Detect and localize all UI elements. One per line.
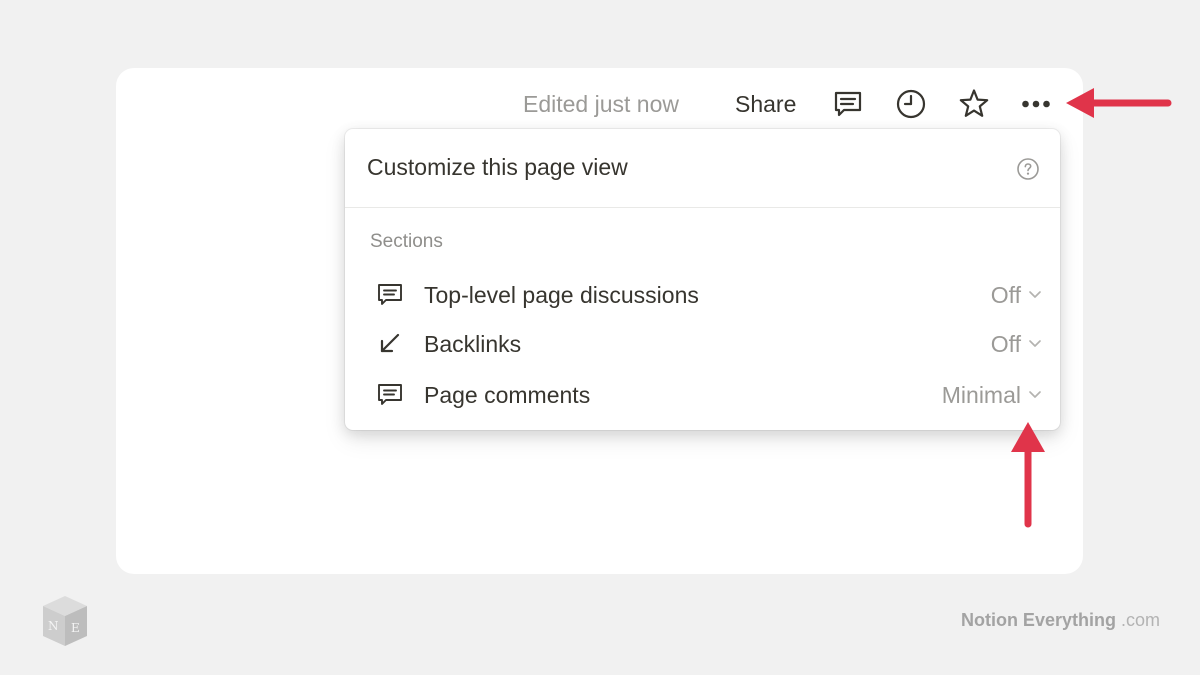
sections-heading: Sections bbox=[370, 231, 443, 252]
share-button[interactable]: Share bbox=[735, 91, 796, 118]
star-icon[interactable] bbox=[956, 86, 992, 122]
customize-page-view-menu: Customize this page view Sections Top-le… bbox=[345, 129, 1060, 430]
edited-status: Edited just now bbox=[523, 91, 679, 117]
row-value-dropdown[interactable]: Minimal bbox=[942, 382, 1021, 409]
row-label: Page comments bbox=[424, 382, 591, 408]
notion-everything-logo: N E bbox=[43, 596, 87, 646]
annotation-arrow-up-icon bbox=[1011, 422, 1045, 528]
row-value-dropdown[interactable]: Off bbox=[991, 282, 1021, 309]
chevron-down-icon[interactable] bbox=[1027, 286, 1043, 302]
setting-row-top-level-page-discussions[interactable]: Top-level page discussions Off bbox=[363, 272, 1043, 316]
footer-brand: Notion Everything bbox=[960, 610, 1116, 630]
page-topbar: Edited just now Share bbox=[116, 82, 1083, 126]
comment-icon bbox=[375, 280, 405, 310]
backlink-arrow-icon bbox=[375, 329, 405, 359]
svg-text:E: E bbox=[71, 621, 80, 635]
popup-title: Customize this page view bbox=[367, 154, 628, 180]
setting-row-page-comments[interactable]: Page comments Minimal bbox=[363, 372, 1043, 416]
help-icon[interactable] bbox=[1016, 157, 1040, 181]
popup-header: Customize this page view bbox=[345, 129, 1060, 208]
clock-icon[interactable] bbox=[893, 86, 929, 122]
annotation-arrow-left-icon bbox=[1066, 88, 1172, 118]
row-label: Top-level page discussions bbox=[424, 282, 699, 308]
footer-watermark: Notion Everything .com bbox=[961, 610, 1160, 631]
chevron-down-icon[interactable] bbox=[1027, 335, 1043, 351]
more-icon[interactable] bbox=[1018, 86, 1054, 122]
row-value-dropdown[interactable]: Off bbox=[991, 331, 1021, 358]
setting-row-backlinks[interactable]: Backlinks Off bbox=[363, 321, 1043, 365]
svg-text:N: N bbox=[48, 619, 59, 633]
chevron-down-icon[interactable] bbox=[1027, 386, 1043, 402]
footer-domain: .com bbox=[1120, 610, 1160, 630]
row-label: Backlinks bbox=[424, 331, 522, 357]
comment-icon bbox=[375, 380, 405, 410]
comment-icon[interactable] bbox=[830, 86, 866, 122]
